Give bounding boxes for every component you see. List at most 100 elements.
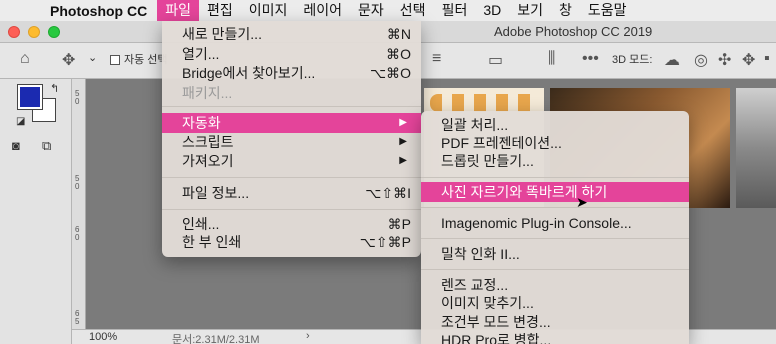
menu-item-label: Imagenomic Plug-in Console... bbox=[441, 215, 632, 231]
menu-separator bbox=[162, 209, 421, 210]
auto-select-label: 자동 선택 bbox=[124, 54, 168, 66]
minimize-window-button[interactable] bbox=[28, 26, 40, 38]
menu-item-fit-image[interactable]: 이미지 맞추기... bbox=[421, 293, 689, 313]
menu-item-label: PDF 프레젠테이션... bbox=[441, 135, 562, 151]
menu-bar: Photoshop CC 파일 편집 이미지 레이어 문자 선택 필터 3D 보… bbox=[0, 0, 776, 21]
menu-item-imagenomic[interactable]: Imagenomic Plug-in Console... bbox=[421, 213, 689, 233]
menu-filter[interactable]: 필터 bbox=[434, 0, 476, 21]
menu-layer[interactable]: 레이어 bbox=[295, 0, 350, 21]
menu-shortcut: ⌥⌘O bbox=[369, 65, 411, 81]
pan-3d-icon[interactable]: ✣ bbox=[718, 50, 731, 70]
menu-item-automate[interactable]: 자동화 ▶ bbox=[162, 113, 421, 133]
menu-item-file-info[interactable]: 파일 정보... ⌥⇧⌘I bbox=[162, 183, 421, 203]
align-icon[interactable]: ≡ bbox=[432, 50, 441, 68]
ruler-tick: 0 bbox=[75, 97, 80, 106]
scale-3d-icon[interactable]: ▪ bbox=[764, 50, 770, 68]
window-title: Adobe Photoshop CC 2019 bbox=[494, 24, 653, 39]
menu-item-label: Bridge에서 찾아보기... bbox=[182, 65, 316, 81]
menu-item-open[interactable]: 열기... ⌘O bbox=[162, 44, 421, 64]
menu-item-label: 열기... bbox=[182, 46, 220, 62]
menu-item-label: 이미지 맞추기... bbox=[441, 295, 534, 311]
chevron-down-icon[interactable]: ⌄ bbox=[88, 51, 97, 64]
menu-window[interactable]: 창 bbox=[551, 0, 580, 21]
menu-item-package: 패키지... bbox=[162, 83, 421, 103]
menu-shortcut: ⌘P bbox=[387, 216, 411, 232]
menu-edit[interactable]: 편집 bbox=[199, 0, 241, 21]
default-colors-icon[interactable]: ◪ bbox=[16, 116, 25, 127]
menu-item-pdf-presentation[interactable]: PDF 프레젠테이션... bbox=[421, 133, 689, 153]
ruler-tick: 0 bbox=[75, 182, 80, 191]
menu-help[interactable]: 도움말 bbox=[580, 0, 635, 21]
roll-3d-icon[interactable]: ◎ bbox=[694, 50, 708, 70]
menu-item-label: 드롭릿 만들기... bbox=[441, 153, 534, 169]
more-options-icon[interactable]: ••• bbox=[582, 50, 599, 68]
menu-shortcut: ⌥⇧⌘I bbox=[365, 185, 411, 201]
ruler-tick: 5 bbox=[75, 317, 80, 326]
menu-item-hdr-pro[interactable]: HDR Pro로 병합... bbox=[421, 330, 689, 344]
menu-item-label: 한 부 인쇄 bbox=[182, 234, 242, 250]
menu-item-bridge[interactable]: Bridge에서 찾아보기... ⌥⌘O bbox=[162, 63, 421, 83]
swap-colors-icon[interactable]: ↰ bbox=[50, 82, 59, 95]
orbit-3d-icon[interactable]: ☁ bbox=[664, 50, 680, 70]
menu-shortcut: ⌘O bbox=[386, 46, 411, 62]
menu-item-label: 패키지... bbox=[182, 85, 233, 101]
menu-item-scripts[interactable]: 스크립트 ▶ bbox=[162, 132, 421, 152]
menu-item-label: 자동화 bbox=[182, 115, 221, 131]
menu-type[interactable]: 문자 bbox=[350, 0, 392, 21]
move-tool-icon[interactable]: ✥ bbox=[62, 50, 75, 70]
auto-select-checkbox[interactable] bbox=[110, 55, 120, 65]
menu-item-label: 인쇄... bbox=[182, 216, 220, 232]
menu-file[interactable]: 파일 bbox=[157, 0, 199, 21]
menu-item-batch[interactable]: 일괄 처리... bbox=[421, 115, 689, 135]
menu-separator bbox=[421, 269, 689, 270]
menu-separator bbox=[162, 177, 421, 178]
menu-item-new[interactable]: 새로 만들기... ⌘N bbox=[162, 24, 421, 44]
submenu-arrow-icon: ▶ bbox=[399, 136, 407, 147]
menu-separator bbox=[421, 207, 689, 208]
menu-separator bbox=[421, 177, 689, 178]
menu-shortcut: ⌥⇧⌘P bbox=[359, 234, 411, 250]
menu-item-label: 렌즈 교정... bbox=[441, 277, 509, 293]
menu-item-label: HDR Pro로 병합... bbox=[441, 332, 552, 344]
menu-item-crop-straighten[interactable]: 사진 자르기와 똑바르게 하기 bbox=[421, 182, 689, 202]
menu-item-contact-sheet[interactable]: 밀착 인화 II... bbox=[421, 244, 689, 264]
status-menu-arrow[interactable]: › bbox=[306, 330, 310, 342]
close-window-button[interactable] bbox=[8, 26, 20, 38]
menu-item-label: 스크립트 bbox=[182, 134, 234, 150]
menu-item-print-one[interactable]: 한 부 인쇄 ⌥⇧⌘P bbox=[162, 232, 421, 252]
foreground-color-swatch[interactable] bbox=[17, 84, 43, 110]
menu-item-label: 파일 정보... bbox=[182, 185, 250, 201]
document-size: 문서:2.31M/2.31M bbox=[172, 334, 260, 344]
menu-item-label: 새로 만들기... bbox=[182, 26, 262, 42]
menu-item-conditional-mode[interactable]: 조건부 모드 변경... bbox=[421, 312, 689, 332]
menu-item-import[interactable]: 가져오기 ▶ bbox=[162, 151, 421, 171]
menu-select[interactable]: 선택 bbox=[392, 0, 434, 21]
menu-item-label: 조건부 모드 변경... bbox=[441, 314, 551, 330]
menu-item-create-droplet[interactable]: 드롭릿 만들기... bbox=[421, 151, 689, 171]
vertical-ruler: 5 0 5 0 6 0 6 5 bbox=[72, 79, 86, 329]
zoom-window-button[interactable] bbox=[48, 26, 60, 38]
file-menu-dropdown: 새로 만들기... ⌘N 열기... ⌘O Bridge에서 찾아보기... ⌥… bbox=[162, 21, 421, 257]
menu-3d[interactable]: 3D bbox=[475, 0, 509, 21]
menu-item-label: 밀착 인화 II... bbox=[441, 246, 520, 262]
slide-3d-icon[interactable]: ✥ bbox=[742, 50, 755, 70]
menu-view[interactable]: 보기 bbox=[509, 0, 551, 21]
menu-item-label: 일괄 처리... bbox=[441, 117, 509, 133]
3d-mode-label: 3D 모드: bbox=[612, 54, 653, 66]
submenu-arrow-icon: ▶ bbox=[399, 155, 407, 166]
menu-separator bbox=[162, 106, 421, 107]
zoom-level[interactable]: 100% bbox=[89, 331, 117, 343]
menu-item-print[interactable]: 인쇄... ⌘P bbox=[162, 214, 421, 234]
mouse-pointer-icon: ➤ bbox=[576, 194, 588, 210]
app-menu[interactable]: Photoshop CC bbox=[50, 3, 147, 19]
menu-image[interactable]: 이미지 bbox=[241, 0, 296, 21]
menu-item-lens-correction[interactable]: 렌즈 교정... bbox=[421, 275, 689, 295]
home-icon[interactable]: ⌂ bbox=[20, 50, 30, 68]
quick-mask-icon[interactable]: ◙ bbox=[12, 138, 20, 153]
screen-mode-icon[interactable]: ⧉ bbox=[42, 138, 51, 154]
menu-shortcut: ⌘N bbox=[386, 26, 411, 42]
image-thumbnail bbox=[736, 88, 776, 208]
align-icon[interactable]: ▭ bbox=[488, 50, 503, 70]
automate-submenu: 일괄 처리... PDF 프레젠테이션... 드롭릿 만들기... 사진 자르기… bbox=[421, 111, 689, 344]
distribute-icon[interactable]: ⫼ bbox=[548, 50, 555, 68]
